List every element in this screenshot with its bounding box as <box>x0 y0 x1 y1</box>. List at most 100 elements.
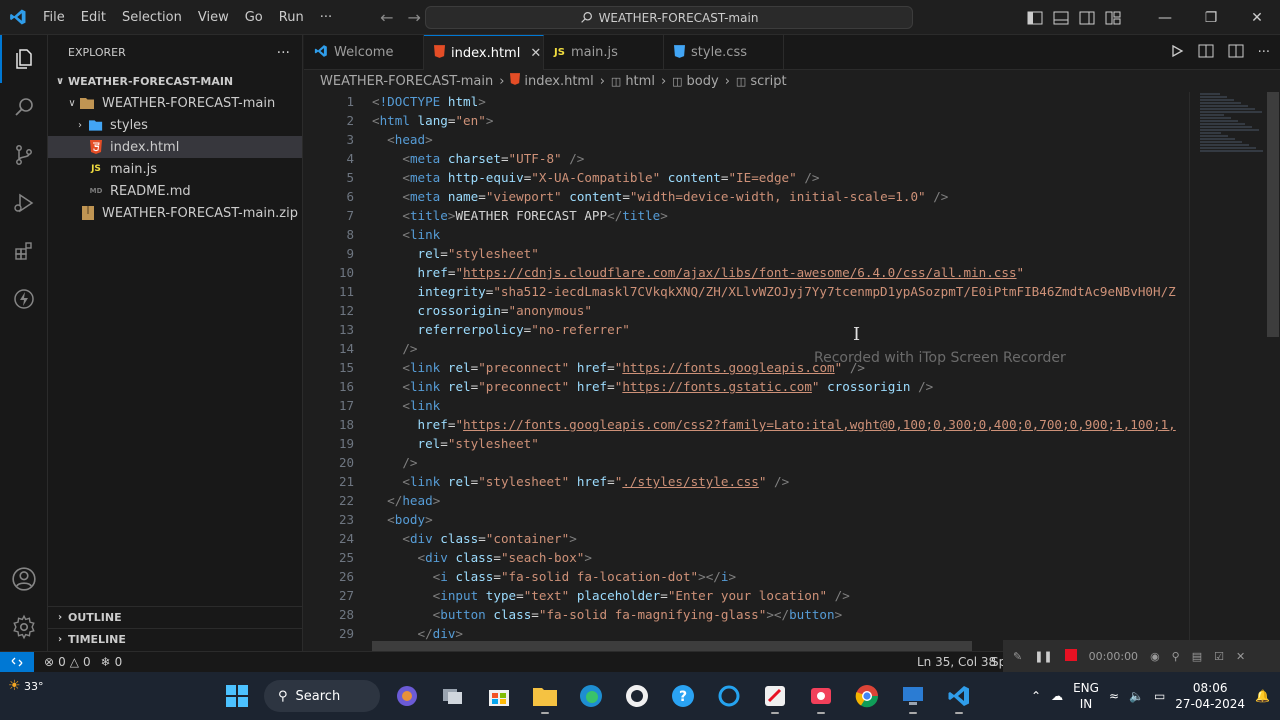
code-line[interactable]: referrerpolicy="no-referrer" <box>372 320 1187 339</box>
close-window-button[interactable]: ✕ <box>1234 0 1280 35</box>
chat-icon[interactable]: ▤ <box>1192 650 1202 663</box>
screen-recorder-icon[interactable] <box>802 677 840 715</box>
onedrive-cloud-icon[interactable]: ☁ <box>1051 689 1063 703</box>
tab-main-js[interactable]: JS main.js <box>544 35 664 70</box>
tab-welcome[interactable]: Welcome <box>304 35 424 70</box>
forward-arrow-icon[interactable]: → <box>408 8 421 27</box>
source-control-icon[interactable] <box>0 131 48 179</box>
code-line[interactable]: /> <box>372 453 1187 472</box>
outline-section[interactable]: › OUTLINE <box>48 606 303 628</box>
chrome-browser-icon[interactable] <box>848 677 886 715</box>
wifi-icon[interactable]: ≈ <box>1109 689 1119 703</box>
menu-view[interactable]: View <box>190 0 237 35</box>
code-line[interactable]: <meta name="viewport" content="width=dev… <box>372 187 1187 206</box>
vertical-scrollbar[interactable] <box>1267 92 1279 337</box>
code-line[interactable]: href="https://fonts.googleapis.com/css2?… <box>372 415 1187 434</box>
vscode-taskbar-icon[interactable] <box>940 677 978 715</box>
workspace-root[interactable]: ∨ WEATHER-FORECAST-MAIN <box>48 70 302 92</box>
tree-item-main-js[interactable]: JS main.js <box>48 158 302 180</box>
taskbar-search[interactable]: ⚲ Search <box>264 680 380 712</box>
code-line[interactable]: <link rel="stylesheet" href="./styles/st… <box>372 472 1187 491</box>
tree-item-zip[interactable]: WEATHER-FORECAST-main.zip <box>48 202 302 224</box>
file-explorer-icon[interactable] <box>526 677 564 715</box>
code-line[interactable]: <body> <box>372 510 1187 529</box>
code-editor[interactable]: 1 2 3 4 5 6 7 8 9 10 11 12 13 14 15 16 1… <box>304 92 1280 651</box>
breadcrumb-html[interactable]: html <box>625 74 655 89</box>
customize-layout-icon[interactable] <box>1100 0 1126 35</box>
toggle-panel-icon[interactable] <box>1048 0 1074 35</box>
menu-run[interactable]: Run <box>271 0 312 35</box>
tree-item-index-html[interactable]: index.html <box>48 136 302 158</box>
code-line[interactable]: crossorigin="anonymous" <box>372 301 1187 320</box>
code-line[interactable]: </head> <box>372 491 1187 510</box>
code-line[interactable]: <div class="container"> <box>372 529 1187 548</box>
extensions-icon[interactable] <box>0 227 48 275</box>
split-editor-icon[interactable] <box>1228 44 1244 62</box>
timeline-section[interactable]: › TIMELINE <box>48 628 303 650</box>
close-tab-icon[interactable]: ✕ <box>530 46 541 61</box>
minimap[interactable] <box>1189 92 1279 651</box>
search-icon[interactable] <box>0 83 48 131</box>
microsoft-store-icon[interactable] <box>480 677 518 715</box>
horizontal-scrollbar[interactable] <box>372 641 972 651</box>
account-icon[interactable] <box>0 555 48 603</box>
settings-gear-icon[interactable] <box>0 603 48 651</box>
command-center[interactable]: WEATHER-FORECAST-main <box>425 6 913 29</box>
clock[interactable]: 08:06 27-04-2024 <box>1175 680 1245 712</box>
code-line[interactable]: integrity="sha512-iecdLmaskl7CVkqkXNQ/ZH… <box>372 282 1187 301</box>
volume-icon[interactable]: 🔈 <box>1129 689 1144 703</box>
breadcrumb-folder[interactable]: WEATHER-FORECAST-main <box>320 74 493 89</box>
code-line[interactable]: <link <box>372 396 1187 415</box>
help-icon[interactable]: ? <box>664 677 702 715</box>
camera-icon[interactable]: ◉ <box>1150 650 1160 663</box>
code-line[interactable]: <title>WEATHER FORECAST APP</title> <box>372 206 1187 225</box>
code-line[interactable]: <i class="fa-solid fa-location-dot"></i> <box>372 567 1187 586</box>
ports-indicator[interactable]: ❄ 0 <box>101 655 123 669</box>
code-line[interactable]: <meta charset="UTF-8" /> <box>372 149 1187 168</box>
problems-indicator[interactable]: ⊗ 0 △ 0 <box>44 655 91 669</box>
menu-file[interactable]: File <box>35 0 73 35</box>
code-line[interactable]: <html lang="en"> <box>372 111 1187 130</box>
pen-icon[interactable]: ✎ <box>1013 650 1022 663</box>
remote-desktop-icon[interactable] <box>894 677 932 715</box>
tab-style-css[interactable]: style.css <box>664 35 784 70</box>
tree-item-readme[interactable]: MD README.md <box>48 180 302 202</box>
menu-go[interactable]: Go <box>237 0 271 35</box>
zoom-icon[interactable]: ⚲ <box>1172 650 1180 663</box>
menu-more[interactable]: ··· <box>312 0 340 35</box>
open-changes-icon[interactable] <box>1198 44 1214 62</box>
code-line[interactable]: <head> <box>372 130 1187 149</box>
windows-start-icon[interactable] <box>218 677 256 715</box>
code-line[interactable]: <link <box>372 225 1187 244</box>
remote-indicator-icon[interactable] <box>0 651 34 673</box>
toggle-primary-sidebar-icon[interactable] <box>1022 0 1048 35</box>
more-actions-icon[interactable]: ··· <box>277 45 290 61</box>
stop-record-icon[interactable] <box>1064 648 1077 664</box>
notification-bell-icon[interactable]: 🔔 <box>1255 689 1270 703</box>
run-debug-icon[interactable] <box>0 179 48 227</box>
run-file-icon[interactable] <box>1170 44 1184 62</box>
code-line[interactable]: href="https://cdnjs.cloudflare.com/ajax/… <box>372 263 1187 282</box>
code-line[interactable]: <link rel="preconnect" href="https://fon… <box>372 377 1187 396</box>
explorer-icon[interactable] <box>0 35 48 83</box>
chevron-up-icon[interactable]: ⌃ <box>1031 689 1041 703</box>
cursor-position[interactable]: Ln 35, Col 38 <box>917 655 996 669</box>
toggle-secondary-sidebar-icon[interactable] <box>1074 0 1100 35</box>
code-line[interactable]: <button class="fa-solid fa-magnifying-gl… <box>372 605 1187 624</box>
code-line[interactable]: <input type="text" placeholder="Enter yo… <box>372 586 1187 605</box>
menu-edit[interactable]: Edit <box>73 0 114 35</box>
lightning-icon[interactable] <box>0 275 48 323</box>
tree-item-styles[interactable]: › styles <box>48 114 302 136</box>
code-content[interactable]: <!DOCTYPE html> <html lang="en"> <head> <… <box>372 92 1187 643</box>
edge-browser-icon[interactable] <box>572 677 610 715</box>
menu-selection[interactable]: Selection <box>114 0 190 35</box>
close-recorder-icon[interactable]: ✕ <box>1236 650 1245 663</box>
language-indicator[interactable]: ENG IN <box>1073 680 1099 712</box>
code-line[interactable]: rel="stylesheet" <box>372 434 1187 453</box>
github-icon[interactable] <box>618 677 656 715</box>
tab-index-html[interactable]: index.html ✕ <box>424 35 544 70</box>
back-arrow-icon[interactable]: ← <box>380 8 393 27</box>
task-view-icon[interactable] <box>434 677 472 715</box>
battery-icon[interactable]: ▭ <box>1154 689 1165 703</box>
code-line[interactable]: <!DOCTYPE html> <box>372 92 1187 111</box>
